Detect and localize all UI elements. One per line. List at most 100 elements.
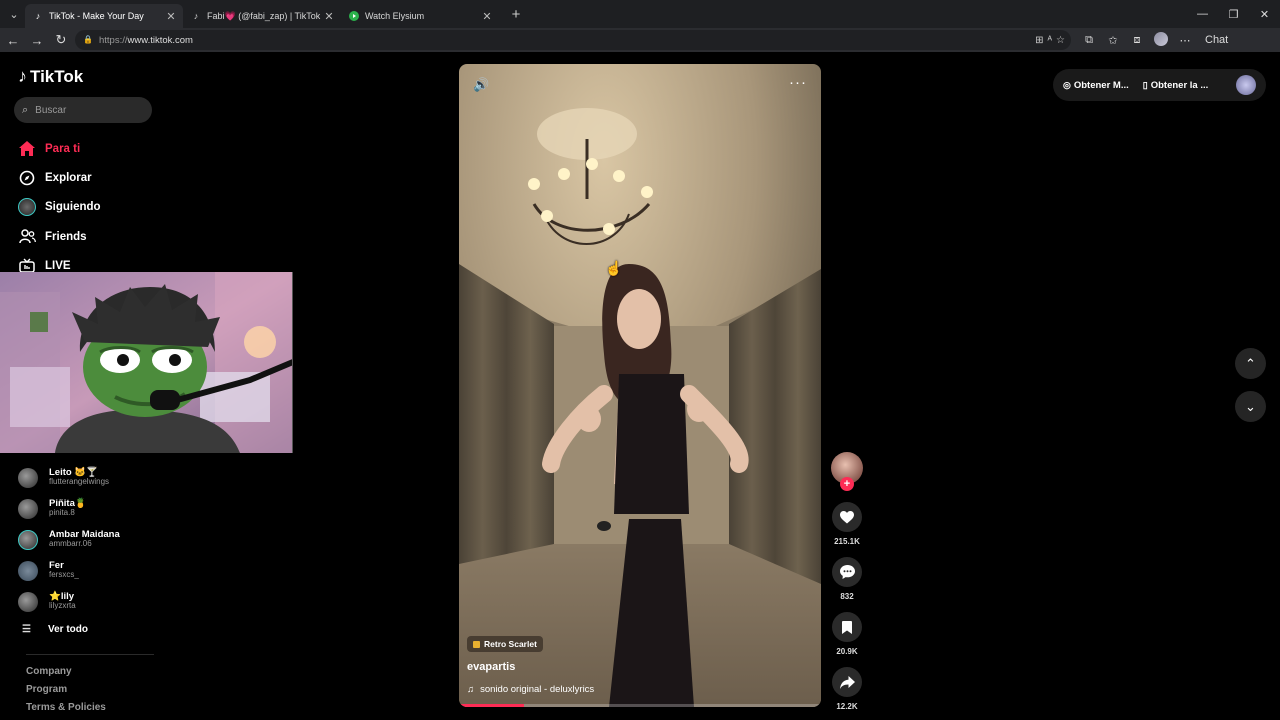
following-list: Leito 🐱🍸 flutterangelwings Piñita🍍 pinita.… — [18, 462, 168, 617]
following-avatar-icon — [18, 198, 36, 217]
tiktok-icon: ♪ — [35, 11, 41, 21]
close-tab-icon[interactable]: ✕ — [323, 10, 335, 23]
header-actions: ◎ Obtener M... ▯ Obtener la ... — [1053, 69, 1266, 101]
list-item[interactable]: ⭐lily lilyzxrta — [18, 586, 168, 617]
new-tab-button[interactable]: + — [505, 6, 527, 23]
next-video-button[interactable]: ⌄ — [1235, 391, 1266, 422]
comment-count: 832 — [840, 592, 854, 601]
like-action: 215.1K — [830, 502, 864, 546]
url-input[interactable]: 🔒 https://www.tiktok.com ⊞ ᴬ ☆ — [75, 30, 1071, 50]
back-icon[interactable]: ← — [1, 29, 25, 51]
more-options-icon[interactable]: ··· — [789, 74, 807, 91]
music-note-icon: ♫ — [467, 684, 475, 695]
list-item[interactable]: Fer fersxcs_ — [18, 555, 168, 586]
see-all-button[interactable]: ☰ Ver todo — [22, 624, 88, 635]
footer-link-terms[interactable]: Terms & Policies — [26, 702, 106, 720]
tiktok-page: ♪ TikTok ⌕ Buscar Para ti Explorar Sigui… — [0, 52, 1280, 720]
get-coins-label: Obtener M... — [1073, 79, 1129, 91]
share-icon[interactable] — [832, 667, 862, 697]
follow-plus-icon[interactable]: + — [840, 477, 854, 491]
avatar — [18, 498, 38, 519]
list-icon: ☰ — [22, 624, 31, 635]
chat-label: Chat — [1205, 34, 1229, 46]
footer-link-company[interactable]: Company — [26, 666, 106, 684]
mouse-cursor-icon: ☝ — [605, 260, 623, 276]
browser-tab-1[interactable]: ♪ TikTok - Make Your Day ✕ — [25, 4, 183, 28]
list-item[interactable]: Piñita🍍 pinita.8 — [18, 493, 168, 524]
get-app-button[interactable]: ▯ Obtener la ... — [1143, 80, 1209, 91]
play-icon — [349, 11, 359, 21]
nav-label: Friends — [45, 230, 87, 243]
forward-icon[interactable]: → — [25, 29, 49, 51]
previous-video-button[interactable]: ⌃ — [1235, 348, 1266, 379]
friends-icon — [18, 228, 36, 246]
list-item[interactable]: Ambar Maidana ammbarr.06 — [18, 524, 168, 555]
heart-icon[interactable] — [832, 502, 862, 532]
nav-item-siguiendo[interactable]: Siguiendo — [18, 193, 158, 222]
see-all-label: Ver todo — [48, 624, 89, 635]
nav-label: LIVE — [45, 259, 71, 272]
effect-label: Retro Scarlet — [484, 639, 537, 649]
video-sound[interactable]: ♫ sonido original - deluxlyrics — [467, 684, 594, 695]
minimize-icon[interactable]: — — [1187, 0, 1218, 28]
tiktok-note-icon: ♪ — [18, 66, 27, 86]
account-handle: fersxcs_ — [49, 570, 79, 580]
tab-title: Watch Elysium — [365, 11, 425, 21]
tiktok-logo[interactable]: ♪ TikTok — [18, 66, 83, 87]
coin-icon: ◎ — [1063, 79, 1071, 90]
app-available-icon[interactable]: ⊞ — [1035, 35, 1043, 46]
creator-avatar[interactable]: + — [831, 452, 863, 491]
favorites-icon[interactable]: ✩ — [1101, 34, 1125, 47]
brand-name: TikTok — [30, 66, 84, 86]
browser-tab-3[interactable]: Watch Elysium ✕ — [341, 4, 499, 28]
effect-icon — [473, 640, 480, 648]
close-tab-icon[interactable]: ✕ — [165, 10, 177, 23]
video-progress-bar[interactable] — [459, 704, 821, 707]
url-host: www.tiktok.com — [127, 34, 193, 46]
like-count: 215.1K — [834, 537, 860, 546]
search-icon: ⌕ — [22, 103, 29, 116]
profile-avatar[interactable] — [1149, 31, 1173, 49]
browser-tab-bar: ⌄ ♪ TikTok - Make Your Day ✕ ♪ Fabi💗 (@f… — [0, 0, 1280, 28]
account-handle: pinita.8 — [49, 508, 75, 518]
close-tab-icon[interactable]: ✕ — [481, 10, 493, 23]
avatar — [18, 591, 38, 612]
nav-label: Siguiendo — [45, 201, 101, 214]
video-player[interactable]: 🔊 ··· ☝ Retro Scarlet evapartis ♫ sonido… — [459, 64, 821, 707]
more-menu-icon[interactable]: ⋯ — [1173, 34, 1197, 47]
phone-icon: ▯ — [1142, 79, 1148, 90]
comment-action: 832 — [830, 557, 864, 601]
close-window-icon[interactable]: ✕ — [1249, 0, 1280, 28]
get-coins-button[interactable]: ◎ Obtener M... — [1063, 80, 1129, 91]
search-input[interactable]: ⌕ Buscar — [14, 97, 152, 123]
webcam-overlay — [0, 272, 293, 453]
restore-icon[interactable]: ❐ — [1218, 0, 1249, 28]
bookmark-icon[interactable] — [832, 612, 862, 642]
browser-tab-2[interactable]: ♪ Fabi💗 (@fabi_zap) | TikTok ✕ — [183, 4, 341, 28]
nav-item-para-ti[interactable]: Para ti — [18, 134, 158, 163]
nav-item-friends[interactable]: Friends — [18, 222, 158, 251]
favorite-star-icon[interactable]: ☆ — [1056, 35, 1065, 46]
account-handle: ammbarr.06 — [49, 539, 92, 549]
video-progress-fill — [459, 704, 525, 707]
chevron-down-icon: ⌄ — [1245, 398, 1256, 414]
copilot-chat-button[interactable]: Chat — [1201, 33, 1229, 47]
list-item[interactable]: Leito 🐱🍸 flutterangelwings — [18, 462, 168, 493]
home-icon — [18, 140, 36, 158]
avatar — [18, 560, 38, 581]
extensions-icon[interactable]: ⧉ — [1077, 34, 1101, 47]
collections-icon[interactable]: ⧈ — [1125, 34, 1149, 47]
nav-item-explorar[interactable]: Explorar — [18, 163, 158, 192]
volume-icon[interactable]: 🔊 — [473, 77, 489, 93]
footer-link-program[interactable]: Program — [26, 684, 106, 702]
translate-icon[interactable]: ᴬ — [1048, 35, 1053, 46]
video-author[interactable]: evapartis — [467, 661, 515, 673]
reload-icon[interactable]: ↻ — [49, 29, 73, 51]
tab-list-button[interactable]: ⌄ — [3, 4, 25, 24]
effect-tag[interactable]: Retro Scarlet — [467, 636, 543, 652]
footer-links: Company Program Terms & Policies — [26, 666, 106, 720]
user-avatar[interactable] — [1236, 75, 1256, 95]
site-info-icon[interactable]: 🔒 — [83, 35, 93, 45]
chevron-up-icon: ⌃ — [1245, 355, 1256, 371]
comment-icon[interactable] — [832, 557, 862, 587]
